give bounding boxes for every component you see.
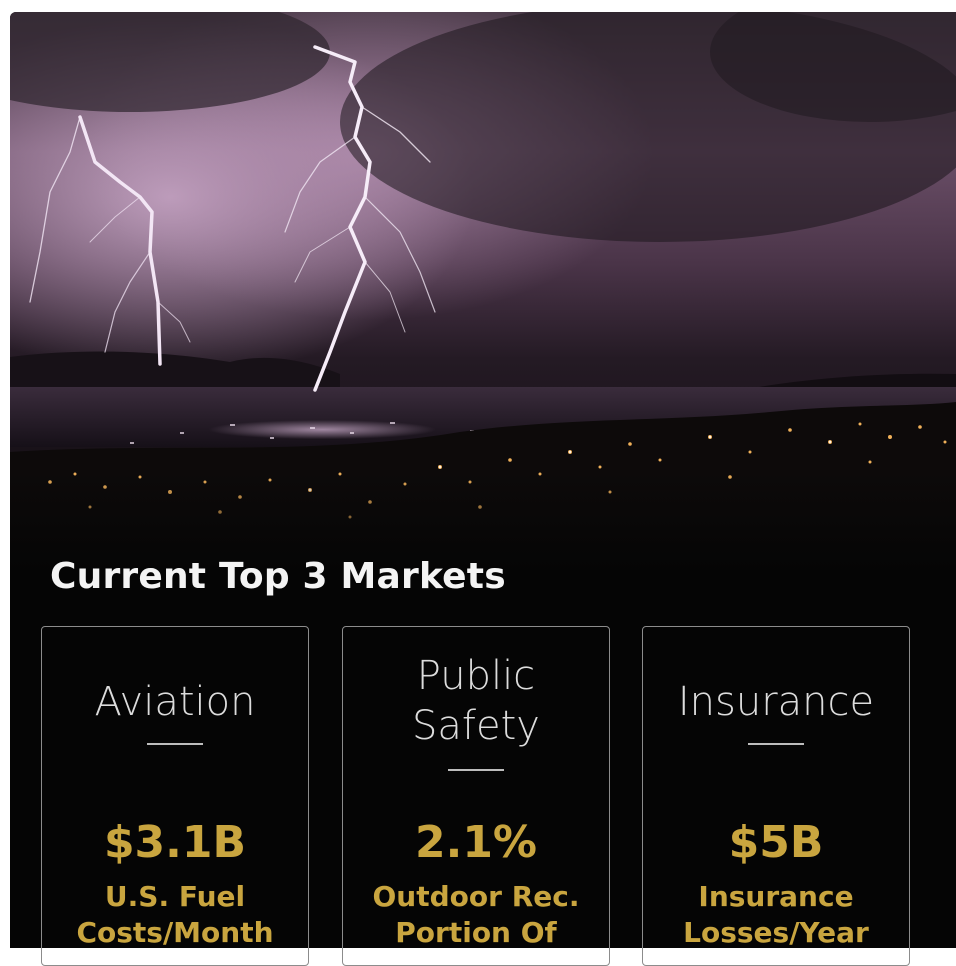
market-tile-aviation: Aviation $3.1B U.S. Fuel Costs/Month: [41, 626, 309, 966]
market-value: $3.1B: [103, 817, 247, 868]
market-caption: Outdoor Rec. Portion Of: [372, 880, 580, 949]
divider: [448, 769, 504, 771]
market-name: Public Safety: [412, 653, 540, 749]
market-value: $5B: [728, 817, 824, 868]
divider: [748, 743, 804, 745]
divider: [147, 743, 203, 745]
section-heading: Current Top 3 Markets: [50, 556, 506, 597]
market-value: 2.1%: [414, 817, 538, 868]
market-caption: U.S. Fuel Costs/Month: [76, 880, 274, 949]
market-name: Insurance: [677, 679, 875, 725]
market-caption: Insurance Losses/Year: [683, 880, 869, 949]
market-tile-insurance: Insurance $5B Insurance Losses/Year: [642, 626, 910, 966]
market-tile-public-safety: Public Safety 2.1% Outdoor Rec. Portion …: [342, 626, 610, 966]
market-name: Aviation: [94, 679, 256, 725]
hero-image: [10, 12, 956, 572]
